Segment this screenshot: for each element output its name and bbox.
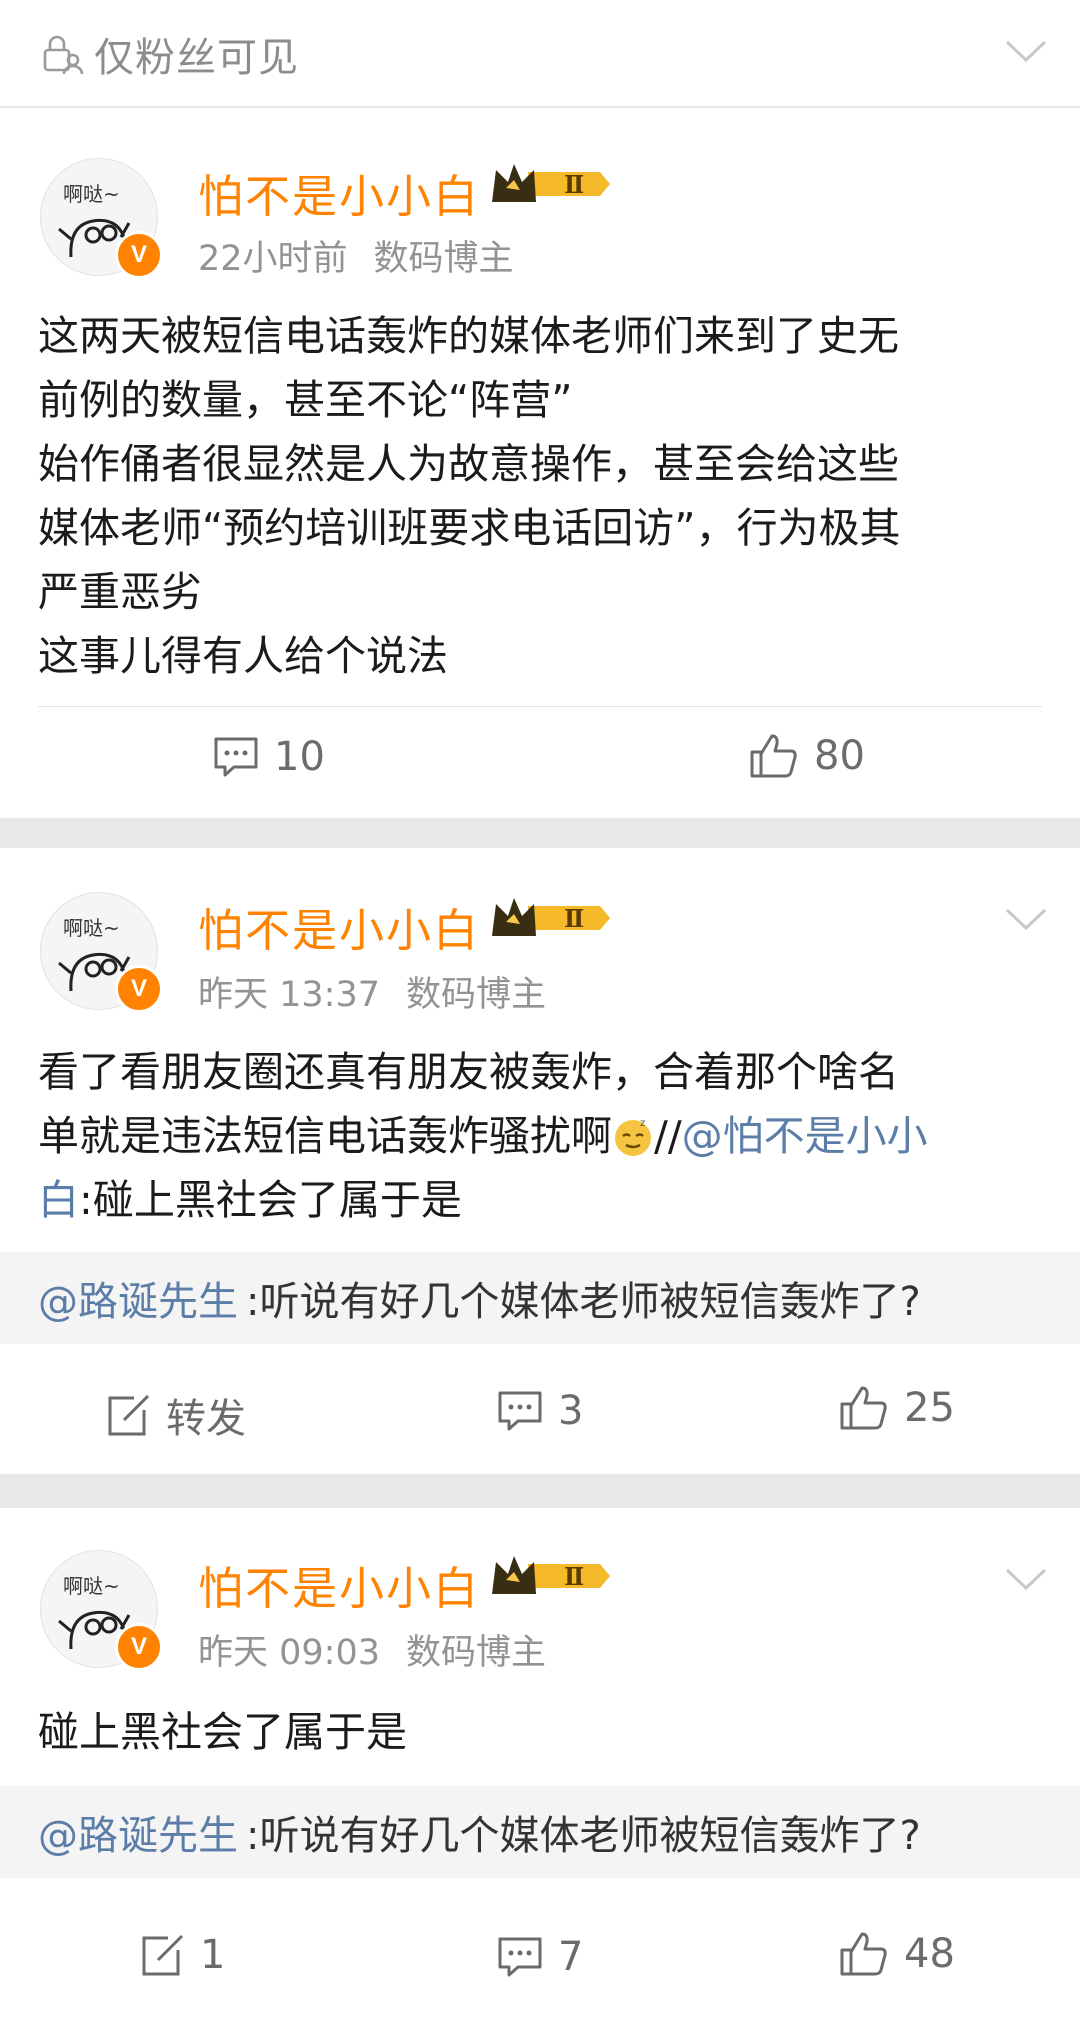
post-text-line: 看了看朋友圈还真有朋友被轰炸，合着那个啥名 — [38, 1048, 899, 1096]
thumbs-up-icon — [840, 1386, 887, 1430]
post-text-line: 前例的数量，甚至不论“阵营” — [38, 376, 573, 424]
post-text-line: 白:碰上黑社会了属于是 — [38, 1168, 1043, 1232]
comment-button[interactable]: 3 — [496, 1388, 583, 1434]
chevron-down-icon[interactable] — [1004, 906, 1048, 932]
crown-level-icon: Ⅱ — [492, 898, 610, 936]
post-text-line: 媒体老师“预约培训班要求电话回访”，行为极其 — [38, 504, 901, 552]
post-text-segment: :碰上黑社会了属于是 — [79, 1176, 462, 1224]
comment-count: 7 — [558, 1934, 584, 1980]
post-text: 碰上黑社会了属于是 — [38, 1708, 407, 1756]
like-button[interactable]: 48 — [838, 1930, 955, 1978]
crown-level-icon: Ⅱ — [492, 1556, 610, 1594]
lock-user-icon — [43, 35, 84, 75]
avatar[interactable]: 啊哒~ V — [40, 158, 163, 279]
svg-text:啊哒~: 啊哒~ — [63, 916, 120, 940]
post-time: 22小时前 — [198, 239, 348, 279]
like-button[interactable]: 25 — [838, 1384, 955, 1432]
post-text-line: 这两天被短信电话轰炸的媒体老师们来到了史无 — [38, 312, 899, 360]
thumbs-up-icon — [840, 1932, 887, 1976]
quoted-text: :听说有好几个媒体老师被短信轰炸了? — [246, 1279, 921, 1325]
like-button[interactable]: 80 — [748, 732, 865, 780]
post-text-line: 始作俑者很显然是人为故意操作，甚至会给这些 — [38, 440, 899, 488]
repost-edit-icon — [142, 1934, 184, 1976]
mention-link[interactable]: @路诞先生 — [38, 1803, 238, 1861]
comment-count: 3 — [558, 1388, 584, 1434]
post-text: 这两天被短信电话轰炸的媒体老师们来到了史无 前例的数量，甚至不论“阵营” 始作俑… — [38, 304, 1043, 688]
verified-badge: V — [115, 231, 163, 279]
visibility-indicator: 仅粉丝可见 — [40, 28, 299, 81]
post-text-line: 严重恶劣 — [38, 568, 202, 616]
comment-count: 10 — [274, 734, 325, 780]
post-time: 昨天 13:37 — [198, 975, 380, 1015]
visibility-bar: 仅粉丝可见 — [0, 0, 1080, 106]
repost-label: 转发 — [166, 1396, 246, 1442]
chevron-down-icon[interactable] — [1004, 38, 1048, 64]
divider — [38, 706, 1042, 707]
quoted-text: :听说有好几个媒体老师被短信轰炸了? — [246, 1813, 921, 1859]
svg-text:啊哒~: 啊哒~ — [63, 1574, 120, 1598]
comment-icon — [498, 1391, 542, 1431]
repost-separator: // — [654, 1112, 682, 1160]
avatar[interactable]: 啊哒~ V — [40, 892, 163, 1013]
crown-level-icon: Ⅱ — [492, 164, 610, 202]
comment-button[interactable]: 7 — [496, 1934, 583, 1980]
username[interactable]: 怕不是小小白 — [198, 1552, 480, 1617]
comment-button[interactable]: 10 — [212, 734, 325, 780]
svg-text:z: z — [640, 1118, 645, 1129]
post-tag: 数码博主 — [406, 975, 547, 1015]
quoted-post[interactable]: @路诞先生:听说有好几个媒体老师被短信轰炸了? — [0, 1252, 1080, 1344]
avatar[interactable]: 啊哒~ V — [40, 1550, 163, 1671]
comment-icon — [498, 1937, 542, 1977]
post-meta: 昨天 09:03 数码博主 — [198, 1624, 546, 1675]
post-time: 昨天 09:03 — [198, 1633, 380, 1673]
mention-link[interactable]: @路诞先生 — [38, 1269, 238, 1327]
comment-icon — [214, 737, 258, 777]
post-card: 啊哒~ V 怕不是小小白 Ⅱ 昨天 09:03 数码博主 碰上黑社会了属于是 @路… — [0, 1508, 1080, 2019]
username[interactable]: 怕不是小小白 — [198, 160, 480, 225]
repost-button[interactable]: 1 — [138, 1932, 225, 1978]
verified-badge: V — [115, 965, 163, 1013]
username[interactable]: 怕不是小小白 — [198, 894, 480, 959]
post-card: 啊哒~ V 怕不是小小白 Ⅱ 22小时前 数码博主 这两天被短信电话轰炸的媒体老师… — [0, 108, 1080, 818]
post-tag: 数码博主 — [406, 1633, 547, 1673]
repost-count: 1 — [200, 1932, 226, 1978]
verified-badge: V — [115, 1623, 163, 1671]
sleepy-emoji-icon: z — [615, 1118, 651, 1156]
thumbs-up-icon — [750, 734, 797, 778]
post-tag: 数码博主 — [373, 239, 514, 279]
repost-button[interactable]: 转发 — [104, 1386, 246, 1444]
mention-link[interactable]: @怕不是小小 — [682, 1112, 928, 1160]
like-count: 25 — [904, 1385, 955, 1431]
svg-text:Ⅱ: Ⅱ — [564, 904, 584, 933]
chevron-down-icon[interactable] — [1004, 1566, 1048, 1592]
like-count: 80 — [814, 733, 865, 779]
quoted-post[interactable]: @路诞先生:听说有好几个媒体老师被短信轰炸了? — [0, 1786, 1080, 1878]
post-text: 看了看朋友圈还真有朋友被轰炸，合着那个啥名 单就是违法短信电话轰炸骚扰啊 z //@… — [38, 1040, 1043, 1232]
post-text-line: 单就是违法短信电话轰炸骚扰啊 z //@怕不是小小 — [38, 1104, 1043, 1168]
like-count: 48 — [904, 1931, 955, 1977]
svg-text:Ⅱ: Ⅱ — [564, 1562, 584, 1591]
svg-text:啊哒~: 啊哒~ — [63, 182, 120, 206]
repost-edit-icon — [108, 1394, 150, 1436]
visibility-label: 仅粉丝可见 — [94, 35, 299, 81]
post-text-line: 这事儿得有人给个说法 — [38, 632, 448, 680]
post-meta: 昨天 13:37 数码博主 — [198, 966, 546, 1017]
post-card: 啊哒~ V 怕不是小小白 Ⅱ 昨天 13:37 数码博主 看了看朋友圈还真有朋友被… — [0, 848, 1080, 1474]
post-meta: 22小时前 数码博主 — [198, 230, 514, 281]
post-text-segment: 单就是违法短信电话轰炸骚扰啊 — [38, 1112, 612, 1160]
mention-link[interactable]: 白 — [38, 1176, 79, 1224]
svg-text:Ⅱ: Ⅱ — [564, 170, 584, 199]
